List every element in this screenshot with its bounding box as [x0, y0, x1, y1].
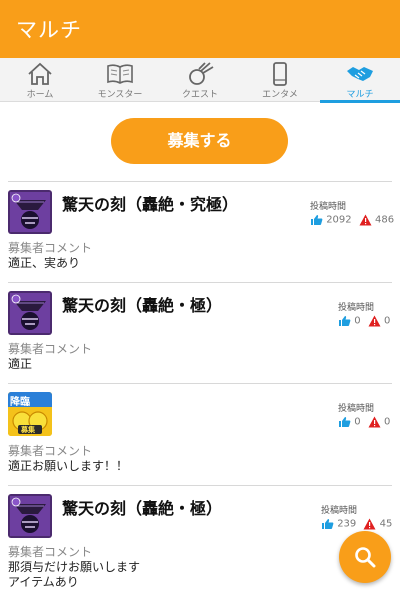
- comment-label: 募集者コメント: [8, 241, 93, 255]
- tab-entertainment[interactable]: エンタメ: [240, 58, 320, 102]
- divider: [8, 383, 392, 384]
- event-thumb: 降臨 募集: [8, 392, 52, 436]
- like-count: 0: [354, 416, 361, 428]
- kokuten-thumb: [8, 190, 52, 234]
- report-count: 45: [379, 518, 393, 530]
- like-count: 239: [337, 518, 357, 530]
- book-icon: [107, 64, 133, 84]
- phone-icon: [273, 62, 287, 86]
- tab-home[interactable]: ホーム: [0, 58, 80, 102]
- post-item[interactable]: 驚天の刻（轟絶・究極） 投稿時間 2092 486 募集者コメント 適正、実あり: [0, 181, 400, 281]
- event-thumb-text: 降臨: [10, 397, 30, 408]
- comment-text: 適正: [8, 357, 33, 371]
- post-time-label: 投稿時間: [310, 202, 347, 212]
- report-count: 486: [375, 214, 395, 226]
- post-stats: 0 0: [338, 315, 390, 329]
- warning-icon: [368, 315, 381, 327]
- page-title: マルチ: [16, 18, 82, 42]
- quest-title: 驚天の刻（轟絶・究極）: [62, 195, 239, 214]
- post-item[interactable]: 驚天の刻（轟絶・極） 投稿時間 0 0 募集者コメント 適正: [0, 282, 400, 382]
- post-time-label: 投稿時間: [338, 303, 375, 313]
- post-item[interactable]: 降臨 募集 投稿時間 0 0 募集者コメント 適正お願いします！！: [0, 383, 400, 485]
- tab-monster-label: モンスター: [97, 90, 143, 100]
- tab-monster[interactable]: モンスター: [80, 58, 160, 102]
- search-button[interactable]: [339, 531, 391, 583]
- comment-text-line2: アイテムあり: [8, 575, 79, 589]
- post-stats: 0 0: [338, 416, 390, 430]
- tab-quest-label: クエスト: [181, 90, 218, 100]
- thumbs-up-icon: [339, 316, 351, 326]
- quest-icon: [189, 62, 214, 85]
- kokuten-thumb: [8, 291, 52, 335]
- divider: [8, 181, 392, 182]
- warning-icon: [363, 518, 376, 530]
- handshake-icon: [347, 67, 373, 81]
- tab-bar: ホーム モンスター クエスト エンタメ マルチ: [0, 58, 400, 103]
- warning-icon: [368, 416, 381, 428]
- recruit-button[interactable]: 募集する: [111, 118, 288, 164]
- comment-label: 募集者コメント: [8, 444, 93, 458]
- home-icon: [28, 62, 52, 85]
- post-item[interactable]: 驚天の刻（轟絶・極） 投稿時間 239 45 募集者コメント 那須与だけお願いし…: [0, 485, 400, 594]
- comment-text: 那須与だけお願いします: [8, 560, 141, 574]
- comment-text: 適正お願いします！！: [8, 459, 129, 473]
- warning-icon: [359, 214, 372, 226]
- post-time-label: 投稿時間: [321, 506, 358, 516]
- active-tab-indicator: [320, 100, 400, 103]
- app-header: マルチ: [0, 0, 400, 58]
- report-count: 0: [383, 315, 391, 327]
- comment-label: 募集者コメント: [8, 545, 93, 559]
- thumbs-up-icon: [322, 519, 334, 529]
- tab-multi[interactable]: マルチ: [320, 58, 400, 103]
- tab-quest[interactable]: クエスト: [160, 58, 240, 102]
- comment-text: 適正、実あり: [8, 256, 81, 270]
- event-thumb-badge: 募集: [21, 426, 35, 434]
- search-icon: [355, 547, 376, 568]
- quest-title: 驚天の刻（轟絶・極）: [62, 296, 223, 315]
- tab-home-label: ホーム: [26, 90, 54, 100]
- kokuten-thumb: [8, 494, 52, 538]
- like-count: 0: [354, 315, 361, 327]
- quest-title: 驚天の刻（轟絶・極）: [62, 499, 223, 518]
- post-stats: 239 45: [321, 518, 392, 532]
- divider: [8, 485, 392, 486]
- post-stats: 2092 486: [310, 214, 394, 228]
- thumbs-up-icon: [311, 215, 323, 225]
- tab-entertainment-label: エンタメ: [262, 90, 298, 100]
- thumbs-up-icon: [339, 417, 351, 427]
- report-count: 0: [383, 416, 391, 428]
- post-time-label: 投稿時間: [338, 404, 375, 414]
- like-count: 2092: [326, 214, 352, 226]
- divider: [8, 282, 392, 283]
- tab-multi-label: マルチ: [346, 90, 374, 100]
- comment-label: 募集者コメント: [8, 342, 93, 356]
